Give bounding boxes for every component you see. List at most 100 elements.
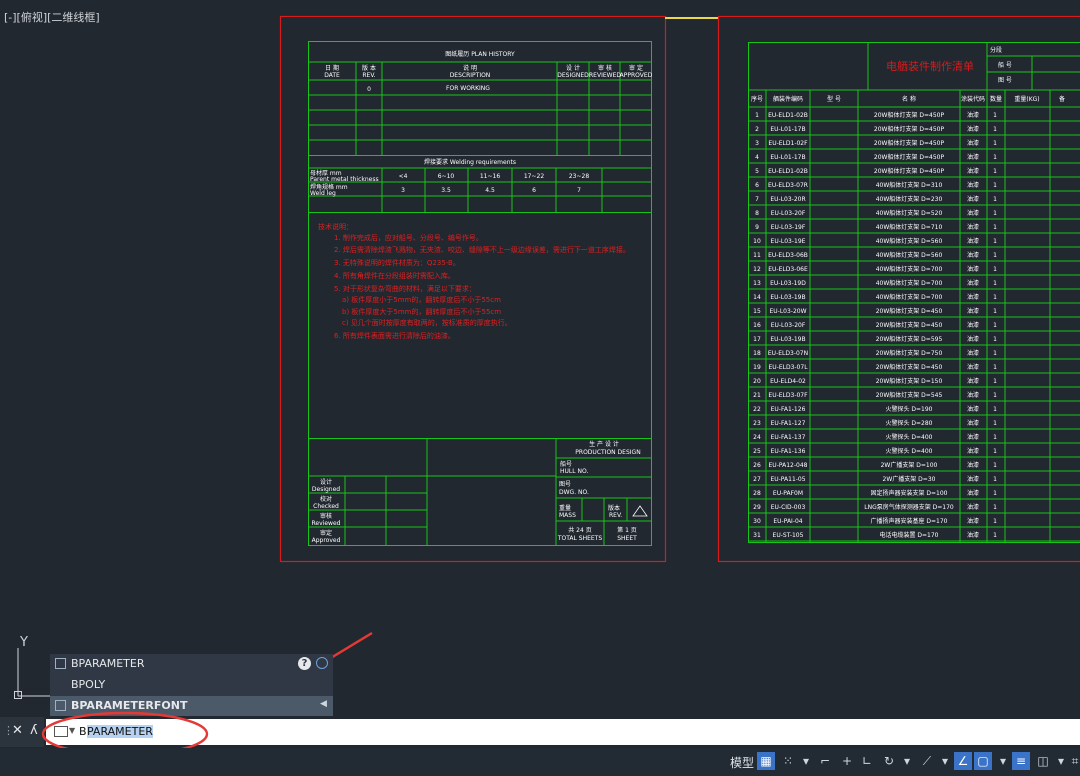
lineweight-icon[interactable]: ≡ [1012,752,1030,770]
svg-text:SHEET: SHEET [617,535,637,542]
selection-cycling-icon[interactable]: ⌗ [1066,752,1080,770]
snap-icon[interactable]: ⁙ [779,752,797,770]
drawing-canvas[interactable]: [-][俯视][二维线框] 图纸履历 PLAN HISTORY 日 期 DATE… [0,0,1080,776]
list-cell: 油漆 [967,405,979,413]
svg-text:设 计: 设 计 [566,64,580,72]
command-input[interactable]: ▼ B PARAMETER [46,719,1080,745]
grid-icon[interactable]: ▦ [757,752,775,770]
object-snap-icon[interactable]: ▢ [974,752,992,770]
list-cell: 8 [755,210,759,217]
object-snap-tracking-icon[interactable]: ∠ [954,752,972,770]
list-cell: 火警探头 D=190 [885,405,932,413]
svg-text:17~22: 17~22 [524,173,544,180]
svg-text:Approved: Approved [312,537,341,544]
svg-text:DATE: DATE [324,72,340,79]
globe-search-icon[interactable] [316,657,328,669]
svg-text:船 号: 船 号 [998,61,1012,69]
svg-text:序号: 序号 [751,95,763,103]
list-cell: 1 [993,518,997,525]
list-cell: 1 [993,476,997,483]
svg-text:11~16: 11~16 [480,173,500,180]
list-cell: 油漆 [967,419,979,427]
list-cell: 1 [993,252,997,259]
list-cell: 25 [753,448,761,455]
isodraft-dropdown-icon[interactable]: ▾ [936,752,954,770]
list-cell: 火警探头 D=280 [885,419,932,427]
list-cell: 7 [755,196,759,203]
list-cell: EU-L03-20R [770,196,805,203]
snap-dropdown-icon[interactable]: ▾ [797,752,815,770]
svg-text:说 明: 说 明 [463,64,477,72]
list-cell: 22 [753,406,761,413]
list-cell: 油漆 [967,307,979,315]
list-cell: 20W船体灯支架 D=450 [876,321,943,329]
list-cell: 26 [753,462,761,469]
svg-text:型 号: 型 号 [827,95,841,103]
svg-text:c) 见几个面时按厚度有取两的，按标准质的厚度执行。: c) 见几个面时按厚度有取两的，按标准质的厚度执行。 [342,318,512,327]
close-icon[interactable]: ✕ [12,723,23,738]
list-cell: EU-L03-19E [771,238,806,245]
list-cell: EU-PA11-05 [770,476,805,483]
submenu-arrow-icon[interactable]: ◀ [320,699,327,709]
model-space-toggle[interactable]: 模型 [730,754,754,772]
chevron-down-icon[interactable]: ▼ [69,726,75,735]
svg-text:<4: <4 [399,173,408,180]
autocomplete-item-bparameter[interactable]: BPARAMETER ? [50,654,333,674]
svg-text:共 24 页: 共 24 页 [568,526,591,534]
autocomplete-item-bparameterfont[interactable]: BPARAMETERFONT ◀ [50,696,333,716]
list-cell: EU-PAF0M [773,490,803,497]
list-cell: 29 [753,504,761,511]
svg-text:Designed: Designed [312,486,340,493]
infer-constraints-icon[interactable]: ⌐ [816,752,834,770]
list-cell: EU-FA1-137 [771,434,806,441]
list-cell: 油漆 [967,293,979,301]
list-cell: 油漆 [967,433,979,441]
list-cell: 油漆 [967,363,979,371]
svg-text:审核: 审核 [320,512,332,520]
list-cell: EU-L03-20F [771,210,806,217]
svg-text:23~28: 23~28 [569,173,589,180]
list-cell: 1 [993,238,997,245]
list-cell: 40W船体灯支架 D=560 [876,237,943,245]
list-cell: 24 [753,434,761,441]
isodraft-icon[interactable]: ⟋ [918,752,936,770]
ucs-icon: Y [14,635,50,699]
list-cell: EU-L03-20F [771,322,806,329]
polar-dropdown-icon[interactable]: ▾ [898,752,916,770]
list-cell: EU-FA1-126 [771,406,806,413]
list-cell: 1 [993,210,997,217]
list-cell: EU-ELD1-02B [768,112,808,119]
ucs-y-label: Y [19,635,28,650]
autocomplete-item-bpoly[interactable]: BPOLY [50,675,333,695]
svg-text:4. 所有角焊件在分段组装时需配入库。: 4. 所有角焊件在分段组装时需配入库。 [334,271,455,280]
svg-text:HULL NO.: HULL NO. [560,468,588,475]
polar-tracking-icon[interactable]: ↻ [880,752,898,770]
list-cell: 油漆 [967,391,979,399]
transparency-icon[interactable]: ◫ [1034,752,1052,770]
list-cell: 油漆 [967,377,979,385]
list-cell: 20W船体灯支架 D=450 [876,363,943,371]
ortho-icon[interactable]: ∟ [858,752,876,770]
svg-text:焊接要求 Welding requirements: 焊接要求 Welding requirements [424,158,516,166]
list-cell: 1 [993,168,997,175]
dynamic-input-icon[interactable]: + [838,752,856,770]
svg-text:REVIEWED: REVIEWED [589,72,621,79]
list-cell: 10 [753,238,761,245]
help-icon[interactable]: ? [298,657,311,670]
list-cell: 20W船体灯支架 D=450 [876,307,943,315]
list-cell: 油漆 [967,111,979,119]
list-cell: 油漆 [967,237,979,245]
object-snap-dropdown-icon[interactable]: ▾ [994,752,1012,770]
list-cell: 15 [753,308,761,315]
svg-text:重量: 重量 [559,504,571,512]
svg-text:5. 对于形状复杂弯曲的材料，满足以下要求：: 5. 对于形状复杂弯曲的材料，满足以下要求： [334,284,476,293]
svg-text:舾装件编码: 舾装件编码 [773,95,803,103]
revision-triangle-icon [632,505,648,517]
command-prompt-icon[interactable] [54,726,68,737]
list-cell: 电话电缆装置 D=170 [879,531,938,539]
list-cell: 1 [993,126,997,133]
list-cell: 2W广播支架 D=30 [883,475,936,483]
svg-text:审定: 审定 [320,529,332,537]
customize-icon[interactable]: ʎ [30,723,38,738]
list-cell: 13 [753,280,761,287]
